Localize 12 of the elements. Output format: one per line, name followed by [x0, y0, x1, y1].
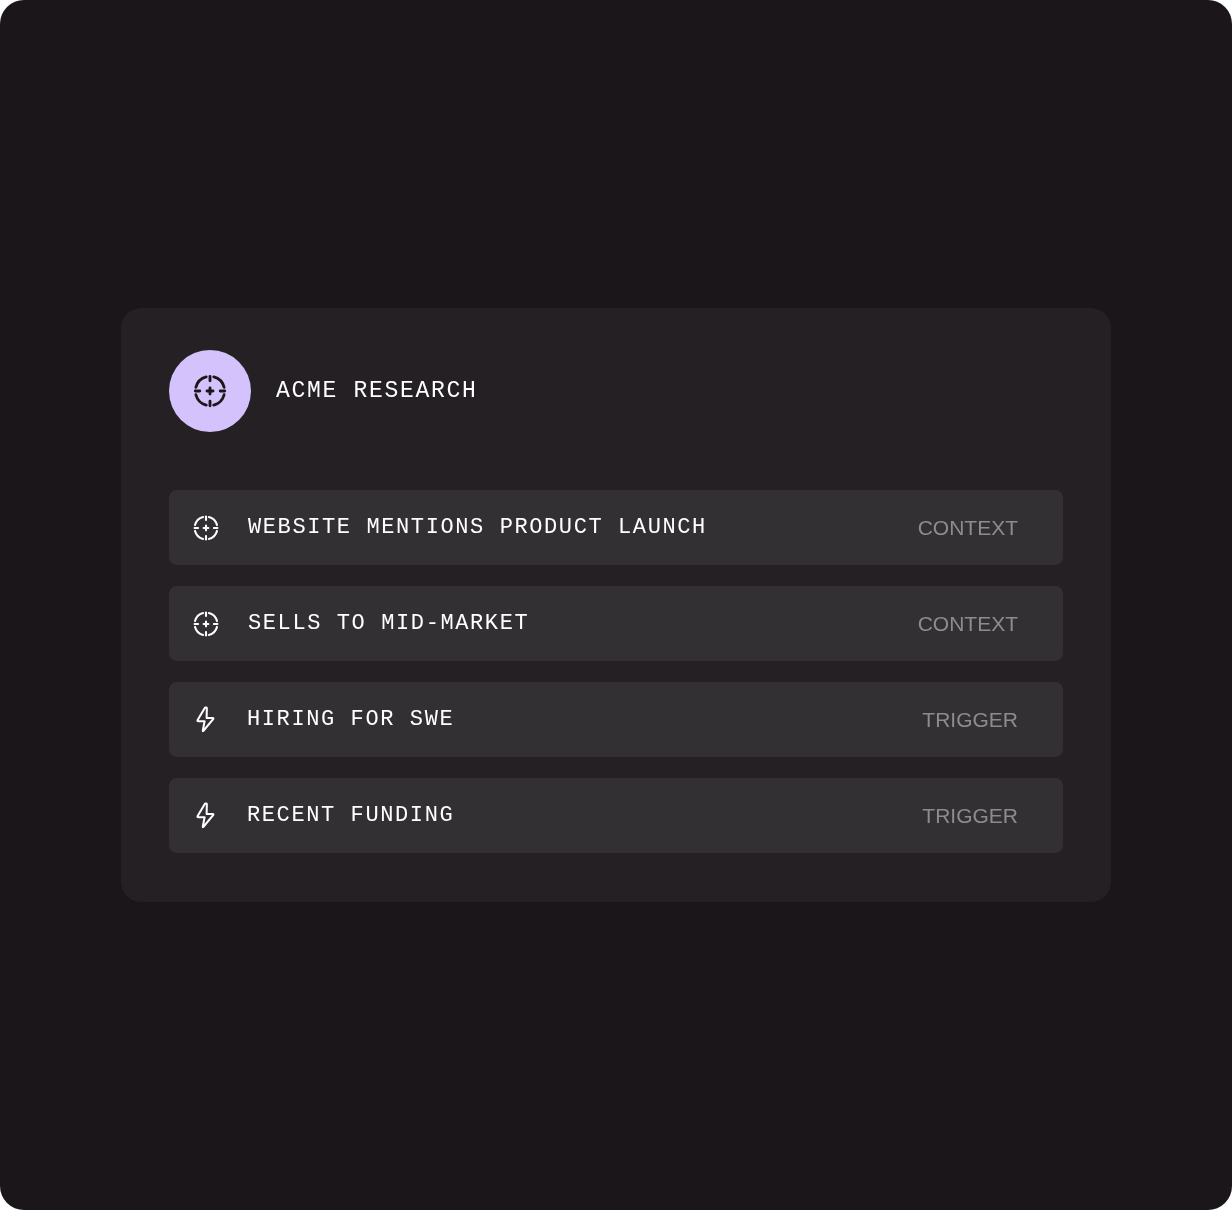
crosshair-icon	[192, 609, 220, 638]
crosshair-icon	[192, 513, 220, 542]
signal-label: WEBSITE MENTIONS PRODUCT LAUNCH	[248, 515, 708, 540]
signal-label: HIRING FOR SWE	[247, 707, 456, 732]
signal-label: SELLS TO MID-MARKET	[248, 611, 531, 636]
company-name: ACME RESEARCH	[276, 378, 478, 404]
signal-type: TRIGGER	[922, 803, 1018, 828]
signal-type: CONTEXT	[917, 515, 1018, 540]
crosshair-icon	[192, 373, 228, 409]
signal-type: TRIGGER	[922, 707, 1018, 732]
signal-label: RECENT FUNDING	[247, 803, 456, 828]
signal-type: CONTEXT	[917, 611, 1018, 636]
